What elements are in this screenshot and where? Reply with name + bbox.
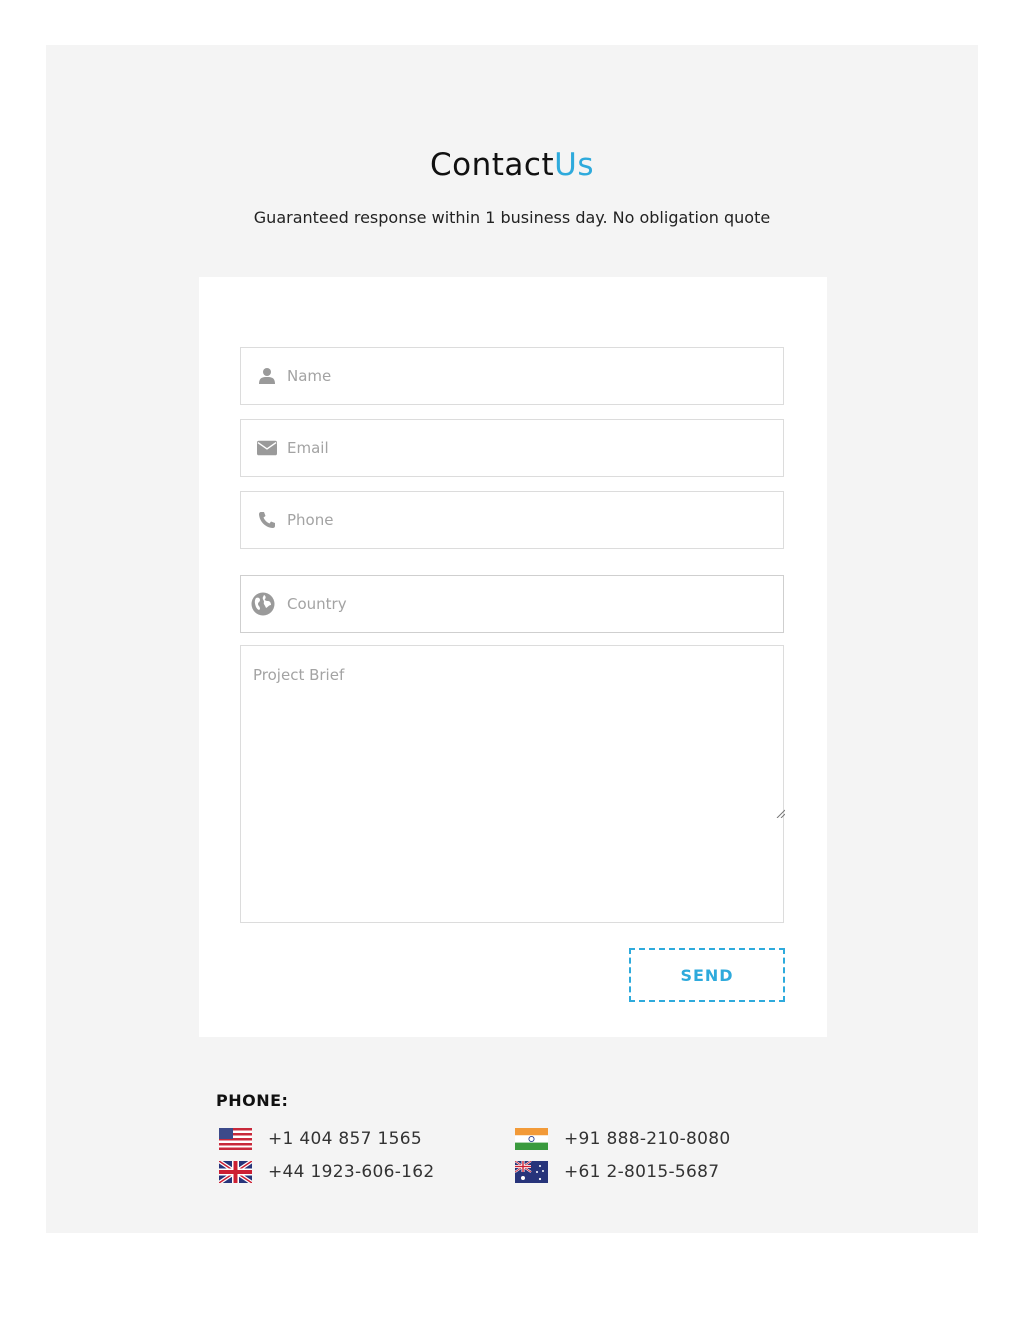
title-main: Contact bbox=[430, 147, 555, 183]
email-placeholder: Email bbox=[287, 439, 329, 457]
phone-entry-india: +91 888-210-8080 bbox=[515, 1126, 731, 1152]
project-brief-textarea[interactable]: Project Brief bbox=[240, 645, 785, 923]
phone-heading: PHONE: bbox=[216, 1091, 289, 1110]
phone-entry-australia: +61 2-8015-5687 bbox=[515, 1159, 719, 1185]
phone-number[interactable]: +1 404 857 1565 bbox=[268, 1129, 422, 1149]
resize-grip-icon[interactable] bbox=[775, 808, 785, 818]
name-field[interactable]: Name bbox=[240, 347, 784, 405]
india-flag-icon bbox=[515, 1128, 548, 1150]
user-icon bbox=[257, 366, 277, 386]
country-placeholder: Country bbox=[287, 595, 347, 613]
uk-flag-icon bbox=[219, 1161, 252, 1183]
us-flag-icon bbox=[219, 1128, 252, 1150]
name-placeholder: Name bbox=[287, 367, 332, 385]
phone-number[interactable]: +44 1923-606-162 bbox=[268, 1162, 435, 1182]
envelope-icon bbox=[257, 438, 277, 458]
phone-number[interactable]: +61 2-8015-5687 bbox=[564, 1162, 719, 1182]
contact-section: ContactUs Guaranteed response within 1 b… bbox=[46, 45, 978, 1233]
send-button[interactable]: SEND bbox=[629, 948, 785, 1002]
title-accent: Us bbox=[554, 147, 594, 183]
page-subtitle: Guaranteed response within 1 business da… bbox=[253, 208, 771, 227]
brief-placeholder: Project Brief bbox=[253, 666, 345, 684]
phone-icon bbox=[257, 510, 277, 530]
phone-number[interactable]: +91 888-210-8080 bbox=[564, 1129, 731, 1149]
phone-entry-uk: +44 1923-606-162 bbox=[219, 1159, 435, 1185]
phone-field[interactable]: Phone bbox=[240, 491, 784, 549]
country-select[interactable]: Country bbox=[240, 575, 784, 633]
email-field[interactable]: Email bbox=[240, 419, 784, 477]
phone-placeholder: Phone bbox=[287, 511, 334, 529]
australia-flag-icon bbox=[515, 1161, 548, 1183]
phone-entry-us: +1 404 857 1565 bbox=[219, 1126, 422, 1152]
contact-form: Name Email Phone Country Project Brief S… bbox=[199, 277, 827, 1037]
globe-icon bbox=[251, 592, 275, 616]
page-title: ContactUs bbox=[46, 146, 978, 184]
